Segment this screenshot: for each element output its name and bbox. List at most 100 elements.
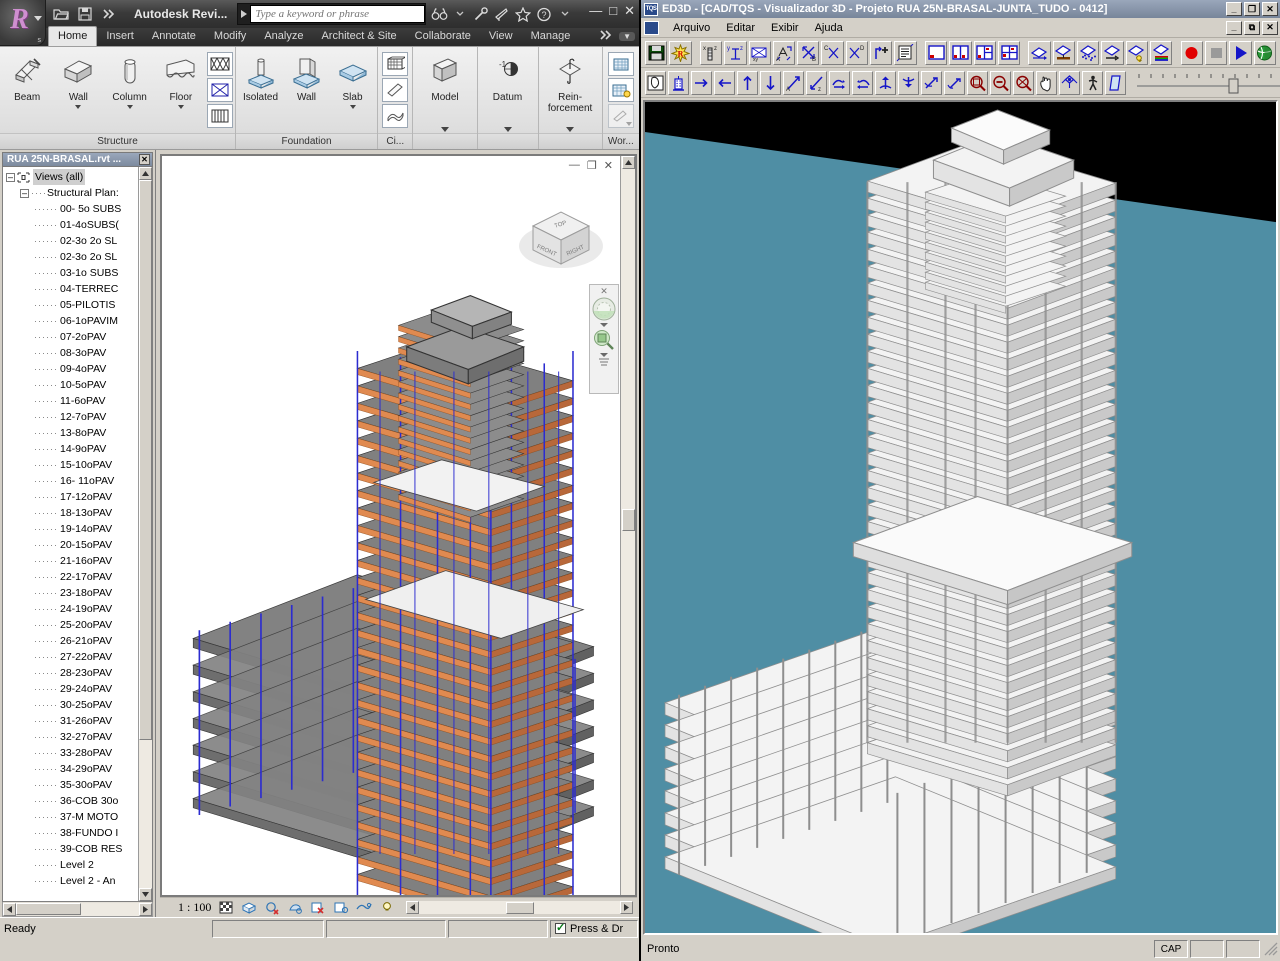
list-views-icon[interactable] xyxy=(894,40,917,65)
beam-system-icon[interactable] xyxy=(207,104,233,128)
chevron-down-icon[interactable] xyxy=(34,16,42,21)
ribbon-button-column[interactable]: Column xyxy=(105,50,155,109)
project-browser-view-item[interactable]: ······ Level 2 xyxy=(3,857,138,873)
ed3d-close-button[interactable]: ✕ xyxy=(1262,2,1278,16)
ribbon-minimize-icon[interactable]: ▼ xyxy=(619,32,635,41)
rotate-free-icon[interactable] xyxy=(898,70,919,95)
ribbon-button-beam[interactable]: Beam xyxy=(2,50,52,103)
resize-grip[interactable] xyxy=(1264,942,1278,956)
project-browser-view-item[interactable]: ······ 38-FUNDO I xyxy=(3,825,138,841)
rotate-y-icon[interactable] xyxy=(852,70,873,95)
revit-3d-canvas[interactable]: — ❐ ✕ TOP FRONT RIGHT ✕ xyxy=(160,154,637,897)
move-z-icon[interactable]: z xyxy=(806,70,827,95)
play-icon[interactable] xyxy=(1229,40,1252,65)
view-d-icon[interactable]: D xyxy=(845,40,869,65)
project-browser-view-item[interactable]: ······ 02-3o 2o SL xyxy=(3,233,138,249)
project-browser-view-item[interactable]: ······ 39-COB RES xyxy=(3,841,138,857)
active-workset-icon[interactable] xyxy=(607,78,634,102)
tab-annotate[interactable]: Annotate xyxy=(143,27,205,46)
browser-vertical-scrollbar[interactable] xyxy=(138,167,152,901)
menu-ajuda[interactable]: Ajuda xyxy=(807,21,851,35)
project-browser-view-item[interactable]: ······ 37-M MOTO xyxy=(3,809,138,825)
ed3d-viewport[interactable] xyxy=(643,100,1278,935)
project-browser-view-item[interactable]: ······ 12-7oPAV xyxy=(3,409,138,425)
scroll-left-button[interactable] xyxy=(3,902,16,916)
scroll-up-button[interactable] xyxy=(139,167,152,180)
shade-arrow-icon[interactable] xyxy=(1101,40,1124,65)
pan-left-icon[interactable] xyxy=(714,70,735,95)
communication-icon[interactable] xyxy=(492,4,512,24)
project-browser-view-item[interactable]: ······ 14-9oPAV xyxy=(3,441,138,457)
save-icon[interactable] xyxy=(74,4,96,24)
project-browser-view-item[interactable]: ······ 00- 5o SUBS xyxy=(3,201,138,217)
detail-level-icon[interactable] xyxy=(218,900,234,915)
canvas-scrollbar-thumb[interactable] xyxy=(621,509,635,531)
chevron-down-icon[interactable] xyxy=(600,353,608,357)
tab-collaborate[interactable]: Collaborate xyxy=(406,27,480,46)
building-icon[interactable] xyxy=(668,70,689,95)
shade-flat-icon[interactable] xyxy=(1028,40,1051,65)
orbit-icon[interactable] xyxy=(921,70,942,95)
zoom-extents-icon[interactable] xyxy=(1013,70,1034,95)
scrollbar-track[interactable] xyxy=(139,740,152,888)
help-icon[interactable]: ? xyxy=(534,4,554,24)
project-browser-view-item[interactable]: ······ 13-8oPAV xyxy=(3,425,138,441)
globe-icon[interactable] xyxy=(1253,40,1276,65)
canvas-scroll-up-button[interactable] xyxy=(621,156,635,169)
zoom-slider[interactable] xyxy=(1127,71,1280,95)
zoom-window-icon[interactable] xyxy=(967,70,988,95)
panel-dropdown-datum[interactable] xyxy=(478,127,538,132)
project-browser-root[interactable]: – Views (all) xyxy=(3,169,138,185)
tab-view[interactable]: View xyxy=(480,27,522,46)
project-browser-view-item[interactable]: ······ 02-3o 2o SL xyxy=(3,249,138,265)
split-three-icon[interactable] xyxy=(973,40,996,65)
project-browser-view-item[interactable]: ······ 11-6oPAV xyxy=(3,393,138,409)
ribbon-button-model[interactable]: Model xyxy=(419,50,471,103)
pan-right-icon[interactable] xyxy=(691,70,712,95)
hscrollbar-thumb[interactable] xyxy=(16,903,81,915)
project-browser-view-item[interactable]: ······ 27-22oPAV xyxy=(3,649,138,665)
project-browser-view-item[interactable]: ······ 17-12oPAV xyxy=(3,489,138,505)
project-browser-view-item[interactable]: ······ 04-TERREC xyxy=(3,281,138,297)
shade-color-icon[interactable] xyxy=(1150,40,1173,65)
shade-light-icon[interactable] xyxy=(1125,40,1149,65)
view-close-button[interactable]: ✕ xyxy=(604,159,613,172)
temporary-view-icon[interactable] xyxy=(379,900,395,915)
stop-icon[interactable] xyxy=(1204,40,1228,65)
ribbon-button-floor[interactable]: Floor xyxy=(156,50,206,109)
render-crop-icon[interactable] xyxy=(310,900,326,915)
project-browser-view-item[interactable]: ······ 21-16oPAV xyxy=(3,553,138,569)
chevron-down-icon[interactable] xyxy=(75,105,82,109)
view-c-icon[interactable]: C xyxy=(821,40,844,65)
project-browser-view-item[interactable]: ······ 28-23oPAV xyxy=(3,665,138,681)
view-a-icon[interactable]: A xyxy=(772,40,796,65)
view-yz-icon[interactable]: yz xyxy=(724,40,747,65)
close-button[interactable]: ✕ xyxy=(624,4,635,17)
shadows-icon[interactable] xyxy=(287,900,303,915)
rotate-z-icon[interactable] xyxy=(875,70,896,95)
scroll-right-button[interactable] xyxy=(139,902,152,916)
split-vertical-icon[interactable] xyxy=(949,40,972,65)
tab-insert[interactable]: Insert xyxy=(97,27,143,46)
canvas-vertical-scrollbar[interactable] xyxy=(620,156,635,895)
pan-down-icon[interactable] xyxy=(760,70,781,95)
select-icon[interactable] xyxy=(645,70,666,95)
project-browser-view-item[interactable]: ······ 24-19oPAV xyxy=(3,601,138,617)
project-browser-view-item[interactable]: ······ 36-COB 30o xyxy=(3,793,138,809)
project-browser-view-item[interactable]: ······ 18-13oPAV xyxy=(3,505,138,521)
reveal-hidden-icon[interactable] xyxy=(356,900,372,915)
project-browser-view-item[interactable]: ······ 08-3oPAV xyxy=(3,345,138,361)
qat-more-icon[interactable] xyxy=(98,4,120,24)
search-input[interactable] xyxy=(250,5,426,23)
ribbon-button-reinforcement[interactable]: Rein- forcement xyxy=(541,50,600,114)
project-browser-view-item[interactable]: ······ 23-18oPAV xyxy=(3,585,138,601)
project-browser-view-item[interactable]: ······ 34-29oPAV xyxy=(3,761,138,777)
subscription-icon[interactable] xyxy=(471,4,491,24)
hide-isolate-icon[interactable] xyxy=(333,900,349,915)
project-browser-view-item[interactable]: ······ 19-14oPAV xyxy=(3,521,138,537)
help-dropdown-icon[interactable] xyxy=(555,4,575,24)
view-horizontal-scrollbar[interactable] xyxy=(406,900,633,915)
view-hscroll-track[interactable] xyxy=(419,901,620,914)
project-browser-view-item[interactable]: ······ 05-PILOTIS xyxy=(3,297,138,313)
collapse-icon[interactable]: – xyxy=(6,172,15,182)
